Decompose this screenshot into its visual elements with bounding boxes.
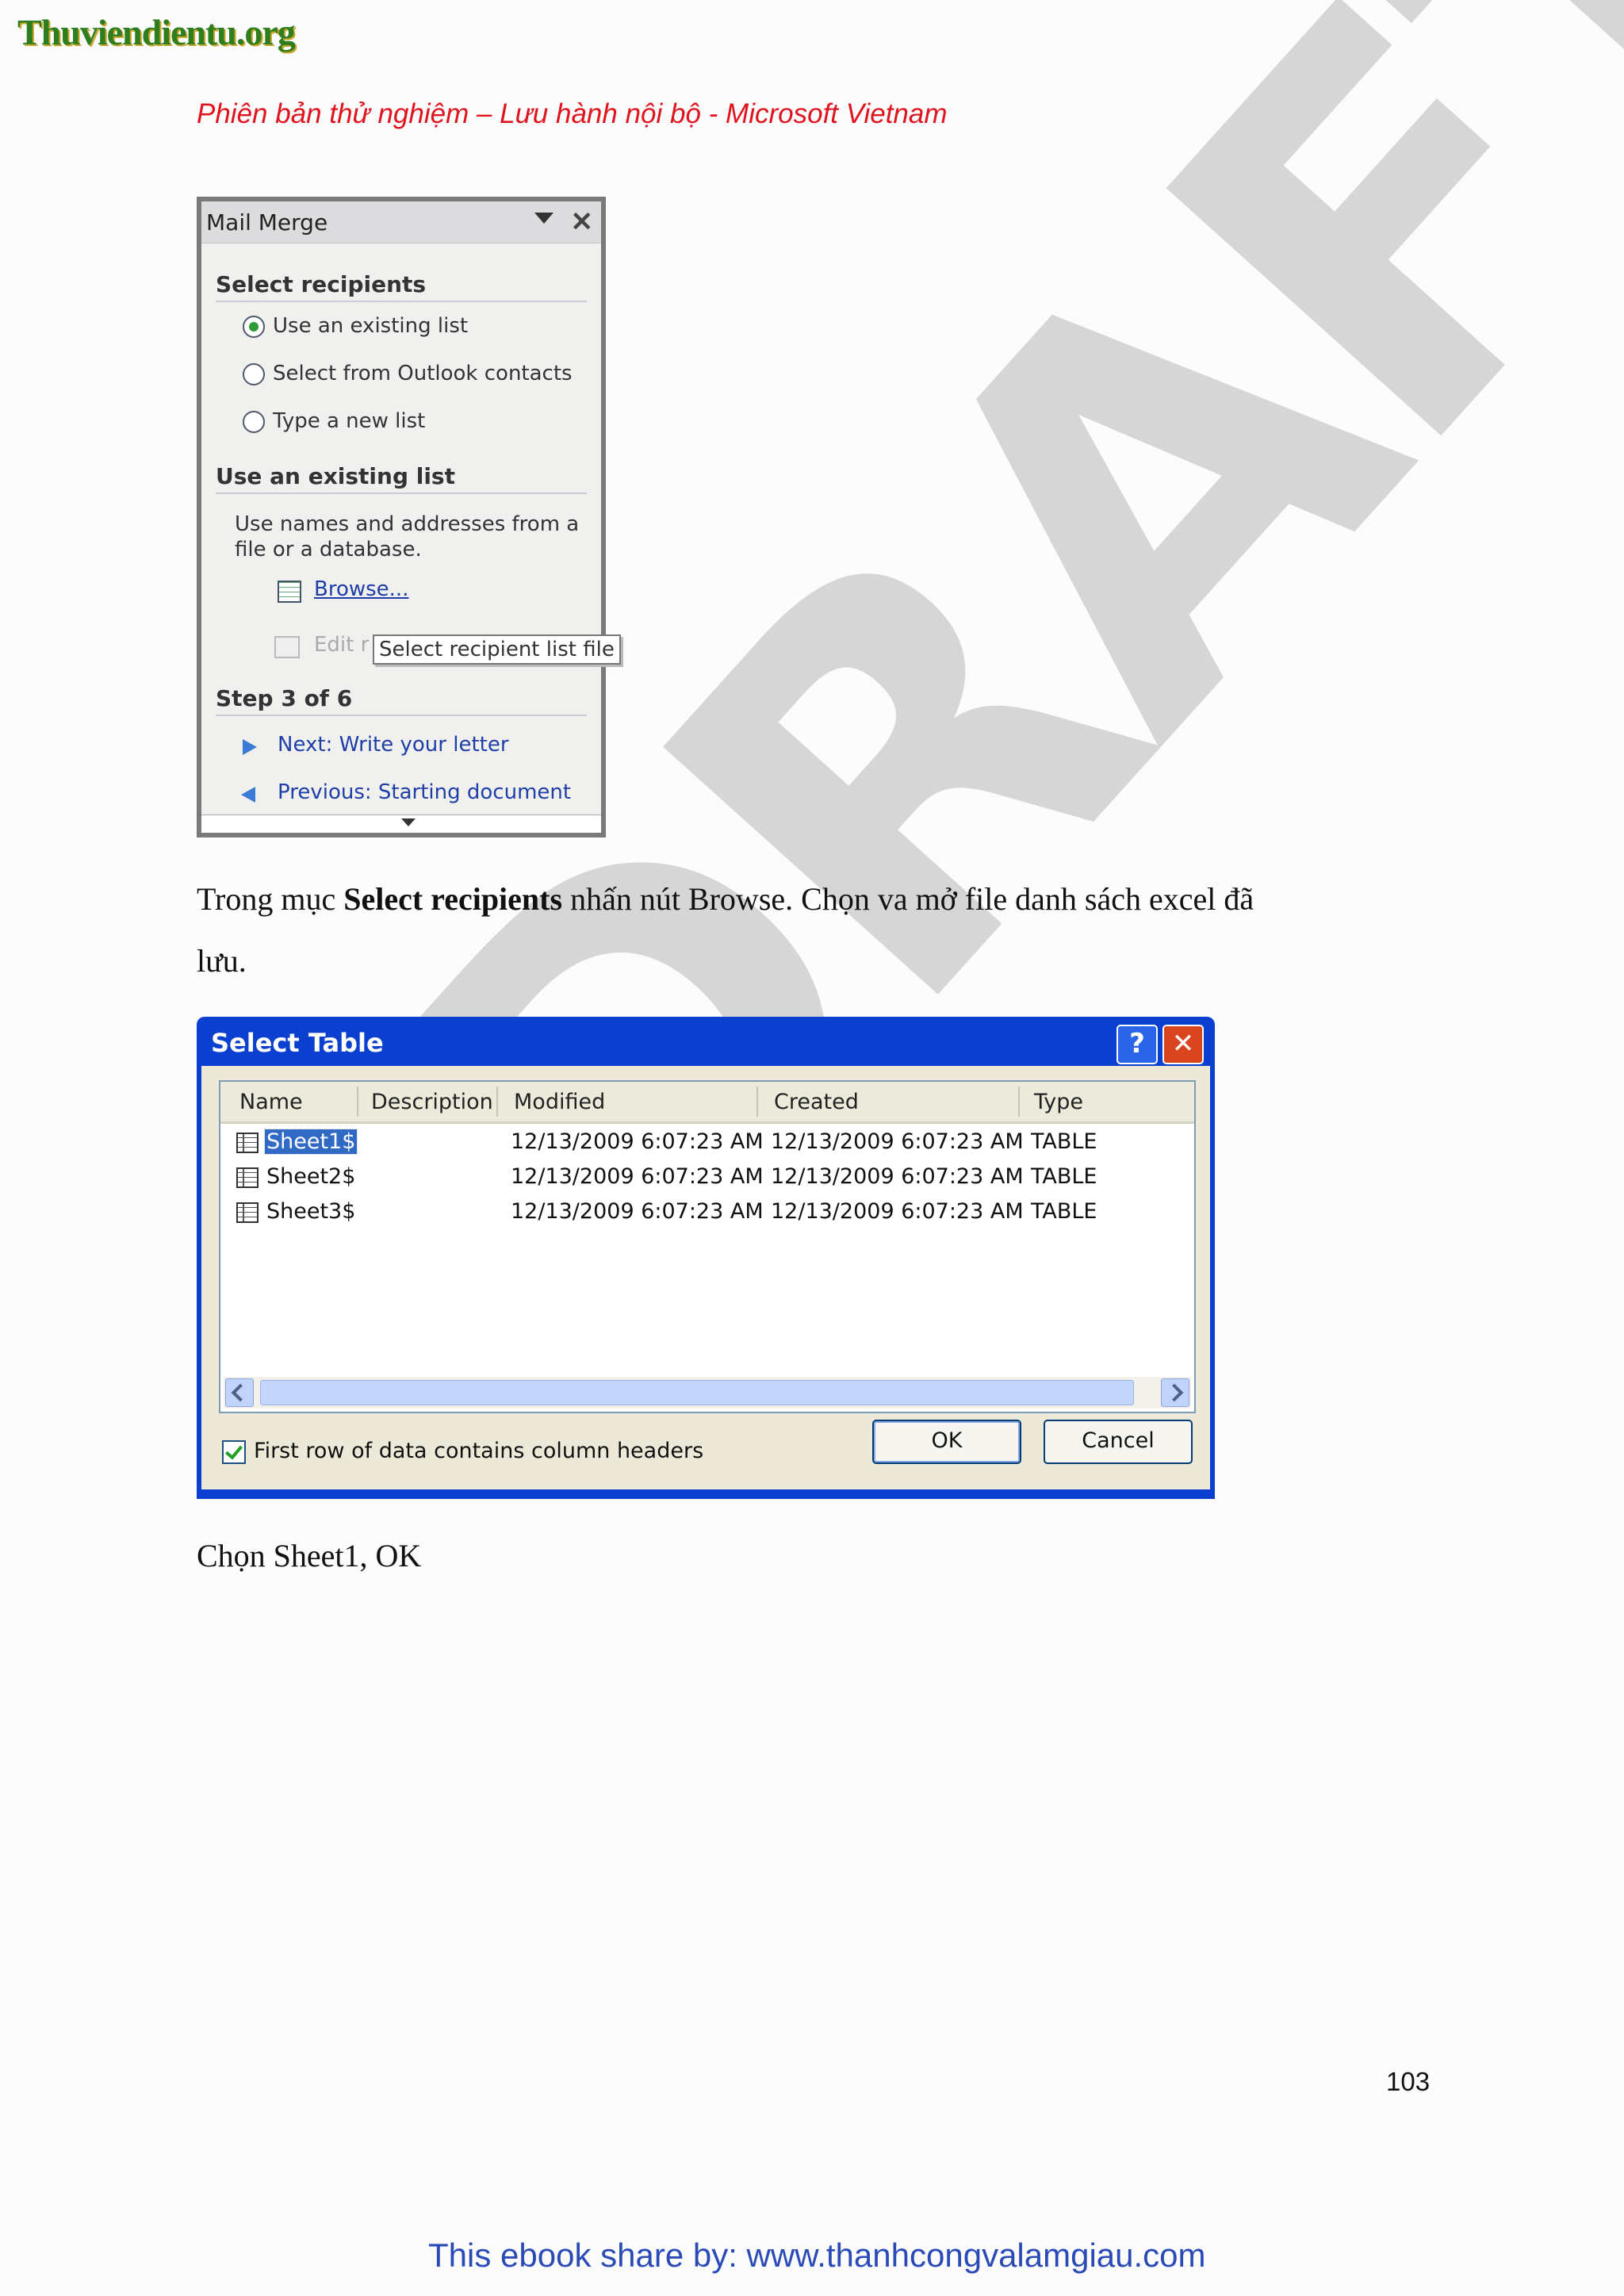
pane-close-icon[interactable]: ✕ [571,206,594,238]
table-icon [236,1133,259,1153]
first-row-headers-label[interactable]: First row of data contains column header… [254,1439,703,1463]
column-header-name[interactable]: Name [239,1090,303,1114]
column-separator[interactable] [357,1087,358,1117]
scroll-left-button[interactable] [225,1378,254,1407]
ok-button[interactable]: OK [872,1420,1021,1464]
paragraph-text-pre: Trong mục [197,881,344,917]
instruction-paragraph-2: Chọn Sheet1, OK [197,1538,422,1573]
table-row[interactable]: Sheet3$ 12/13/2009 6:07:23 AM 12/13/2009… [220,1196,1194,1231]
list-header: Name Description Modified Created Type [220,1082,1194,1124]
option-type-new-list[interactable]: Type a new list [273,409,425,433]
column-header-created[interactable]: Created [774,1090,859,1114]
instruction-paragraph-line2: lưu. [197,943,247,979]
row-type: TABLE [1031,1164,1097,1189]
table-icon [236,1167,259,1188]
row-created: 12/13/2009 6:07:23 AM [771,1164,1024,1189]
select-table-dialog: Select Table ? ✕ Name Description Modifi… [197,1017,1215,1499]
column-header-description[interactable]: Description [371,1090,493,1114]
table-row[interactable]: Sheet1$ 12/13/2009 6:07:23 AM 12/13/2009… [220,1126,1194,1161]
radio-outlook-contacts[interactable] [243,363,265,385]
chevron-down-icon [401,818,416,826]
row-modified: 12/13/2009 6:07:23 AM [511,1129,764,1154]
close-button[interactable]: ✕ [1162,1025,1204,1064]
radio-use-existing-list[interactable] [243,316,265,338]
instruction-paragraph: Trong mục Select recipients nhấn nút Bro… [197,868,1431,930]
step-indicator: Step 3 of 6 [216,685,587,716]
row-name[interactable]: Sheet2$ [266,1164,355,1189]
radio-type-new-list[interactable] [243,411,265,433]
row-created: 12/13/2009 6:07:23 AM [771,1129,1024,1154]
column-separator[interactable] [496,1087,498,1117]
pane-title-bar: Mail Merge ✕ [201,201,601,243]
pane-title: Mail Merge [206,209,328,236]
previous-step-link[interactable]: Previous: Starting document [278,780,571,804]
browse-link[interactable]: Browse... [314,577,408,601]
footer-note: This ebook share by: www.thanhcongvalamg… [428,2237,1206,2274]
dialog-title: Select Table [211,1028,384,1058]
page-number: 103 [1386,2067,1431,2096]
description-line-2: file or a database. [235,538,422,562]
description-line-1: Use names and addresses from a [235,512,580,536]
cancel-button[interactable]: Cancel [1044,1420,1193,1464]
column-header-type[interactable]: Type [1034,1090,1083,1114]
row-modified: 12/13/2009 6:07:23 AM [511,1199,764,1224]
paragraph-bold-term: Select recipients [343,881,563,917]
header-note: Phiên bản thử nghiệm – Lưu hành nội bộ -… [197,98,948,129]
column-separator[interactable] [1018,1087,1020,1117]
tooltip: Select recipient list file [373,634,621,665]
dialog-title-bar: Select Table ? ✕ [201,1017,1210,1066]
row-type: TABLE [1031,1199,1097,1224]
mail-merge-pane: Mail Merge ✕ Select recipients Use an ex… [197,197,621,838]
edit-list-icon [274,636,300,658]
edit-recipient-list-link: Edit r [314,633,370,657]
row-name[interactable]: Sheet1$ [263,1129,358,1155]
table-row[interactable]: Sheet2$ 12/13/2009 6:07:23 AM 12/13/2009… [220,1161,1194,1196]
option-outlook-contacts[interactable]: Select from Outlook contacts [273,362,573,385]
pane-scroll-down[interactable] [201,815,601,833]
help-button[interactable]: ? [1116,1025,1158,1064]
column-separator[interactable] [756,1087,758,1117]
scroll-right-button[interactable] [1161,1378,1189,1407]
row-type: TABLE [1031,1129,1097,1154]
section-select-recipients: Select recipients [216,271,587,302]
horizontal-scrollbar[interactable] [224,1377,1191,1409]
option-use-existing-list[interactable]: Use an existing list [273,314,468,338]
dialog-body: Name Description Modified Created Type S… [201,1066,1210,1489]
previous-arrow-icon [241,787,255,803]
first-row-headers-checkbox[interactable] [222,1440,246,1464]
pane-menu-icon[interactable] [534,213,553,224]
row-created: 12/13/2009 6:07:23 AM [771,1199,1024,1224]
scroll-thumb[interactable] [260,1380,1134,1405]
section-use-existing-list: Use an existing list [216,463,587,494]
row-name[interactable]: Sheet3$ [266,1199,355,1224]
column-header-modified[interactable]: Modified [514,1090,605,1114]
next-arrow-icon [243,739,257,755]
table-icon [236,1202,259,1223]
site-logo: Thuviendientu.org [17,12,296,52]
next-step-link[interactable]: Next: Write your letter [278,733,509,757]
paragraph-text-post: nhấn nút Browse. Chọn va mở file danh sá… [562,881,1254,917]
table-list: Name Description Modified Created Type S… [219,1080,1196,1413]
table-icon [278,581,301,603]
row-modified: 12/13/2009 6:07:23 AM [511,1164,764,1189]
